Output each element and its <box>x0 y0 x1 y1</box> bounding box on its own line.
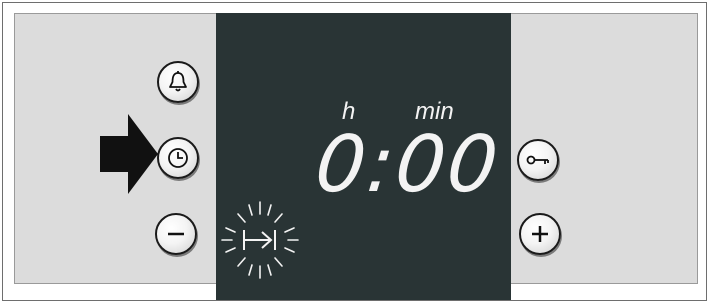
plus-button[interactable] <box>519 213 561 255</box>
key-icon <box>526 155 549 165</box>
minus-button[interactable] <box>155 213 197 255</box>
bell-icon <box>169 71 187 92</box>
cooking-time-end-icon <box>221 201 299 279</box>
pointer-arrow-icon <box>100 114 158 194</box>
time-readout: 0:00 <box>311 120 504 210</box>
timer-bell-button[interactable] <box>157 61 199 103</box>
plus-icon <box>532 226 548 242</box>
clock-icon <box>168 148 188 168</box>
minus-icon <box>168 232 184 236</box>
child-lock-button[interactable] <box>517 139 559 181</box>
clock-button[interactable] <box>157 137 199 179</box>
